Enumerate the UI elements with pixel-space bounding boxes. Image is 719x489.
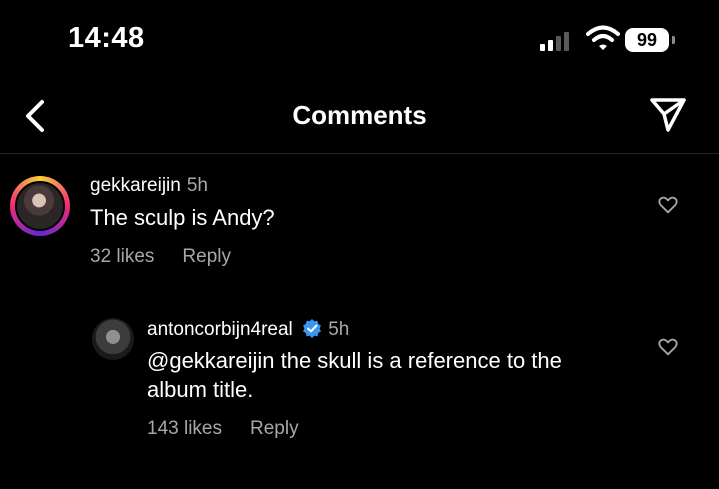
comment-meta: 32 likes Reply	[90, 246, 259, 268]
battery-indicator: 99	[625, 28, 669, 52]
comment-text-continued: album title.	[147, 377, 254, 402]
send-icon[interactable]	[648, 96, 688, 134]
reply-button[interactable]: Reply	[182, 246, 231, 267]
comment-meta: 143 likes Reply	[147, 418, 327, 440]
comment-username[interactable]: antoncorbijn4real	[147, 319, 293, 340]
heart-icon[interactable]	[657, 336, 679, 358]
header-divider	[0, 153, 719, 154]
cellular-signal-icon	[540, 31, 580, 51]
reply-button[interactable]: Reply	[250, 418, 299, 439]
comment-username[interactable]: gekkareijin	[90, 175, 181, 196]
page-title: Comments	[292, 100, 427, 130]
comment-header: antoncorbijn4real 5h	[147, 318, 349, 341]
heart-icon[interactable]	[657, 194, 679, 216]
comment-text: The sculp is Andy?	[90, 205, 275, 230]
battery-tip	[672, 36, 675, 44]
verified-badge-icon	[303, 319, 322, 338]
likes-count[interactable]: 143 likes	[147, 418, 222, 439]
status-time: 14:48	[68, 22, 145, 54]
wifi-icon	[586, 25, 620, 50]
avatar-gekkareijin[interactable]	[15, 181, 65, 231]
comment-header: gekkareijin 5h	[90, 175, 208, 197]
avatar-antoncorbijn4real[interactable]	[92, 318, 134, 360]
comment-timestamp: 5h	[328, 319, 350, 340]
comment-timestamp: 5h	[186, 175, 208, 196]
likes-count[interactable]: 32 likes	[90, 246, 154, 267]
comment-text: @gekkareijin the skull is a reference to…	[147, 348, 562, 373]
